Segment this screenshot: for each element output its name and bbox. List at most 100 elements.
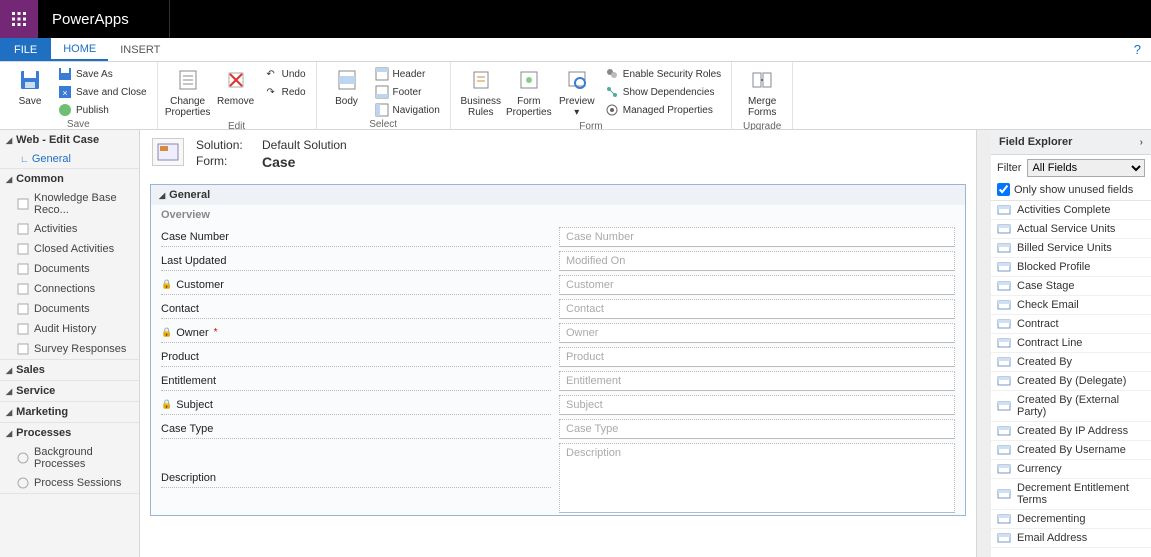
field-input[interactable]: Subject [559, 395, 955, 415]
merge-icon [748, 66, 776, 94]
field-input[interactable]: Contact [559, 299, 955, 319]
field-explorer-item[interactable]: Created By [991, 353, 1151, 372]
app-launcher[interactable] [0, 0, 38, 38]
nav-item-general[interactable]: ∟General [0, 150, 139, 168]
form-field-row[interactable]: ProductProduct [151, 345, 965, 369]
form-field-row[interactable]: 🔒SubjectSubject [151, 393, 965, 417]
footer-icon [375, 85, 389, 99]
form-properties-button[interactable]: Form Properties [505, 64, 553, 120]
tab-home[interactable]: HOME [51, 38, 108, 61]
field-explorer-item[interactable]: Currency [991, 460, 1151, 479]
field-input[interactable]: Case Type [559, 419, 955, 439]
nav-item[interactable]: Knowledge Base Reco... [0, 189, 139, 219]
caret-down-icon: ◢ [159, 191, 165, 200]
merge-forms-button[interactable]: Merge Forms [738, 64, 786, 120]
field-explorer-item[interactable]: Contract [991, 315, 1151, 334]
nav-item[interactable]: Survey Responses [0, 339, 139, 359]
save-as-button[interactable]: Save As [54, 66, 151, 82]
nav-item[interactable]: Audit History [0, 319, 139, 339]
field-explorer-item[interactable]: Decrementing [991, 510, 1151, 529]
nav-item[interactable]: Documents [0, 259, 139, 279]
properties-icon [174, 66, 202, 94]
redo-button[interactable]: ↷Redo [260, 84, 310, 100]
business-rules-button[interactable]: Business Rules [457, 64, 505, 120]
field-input[interactable]: Owner [559, 323, 955, 343]
unused-fields-checkbox[interactable] [997, 183, 1010, 196]
nav-item[interactable]: Closed Activities [0, 239, 139, 259]
save-and-close-button[interactable]: ×Save and Close [54, 84, 151, 100]
nav-section-web[interactable]: ◢Web - Edit Case [0, 130, 139, 150]
field-input[interactable]: Customer [559, 275, 955, 295]
form-canvas[interactable]: ◢General Overview Case NumberCase Number… [150, 184, 966, 516]
form-field-row[interactable]: ContactContact [151, 297, 965, 321]
overview-label: Overview [151, 205, 965, 225]
tab-file[interactable]: FILE [0, 38, 51, 61]
form-field-row[interactable]: Case TypeCase Type [151, 417, 965, 441]
preview-button[interactable]: Preview▾ [553, 64, 601, 120]
save-as-icon [58, 67, 72, 81]
nav-item[interactable]: Documents [0, 299, 139, 319]
tab-insert[interactable]: INSERT [108, 38, 172, 61]
field-explorer-item[interactable]: Check Email [991, 296, 1151, 315]
undo-button[interactable]: ↶Undo [260, 66, 310, 82]
nav-section-common[interactable]: ◢Common [0, 169, 139, 189]
field-explorer-item[interactable]: Case Stage [991, 277, 1151, 296]
help-icon[interactable]: ? [1134, 42, 1141, 57]
enable-security-roles-button[interactable]: Enable Security Roles [601, 66, 725, 82]
field-input[interactable]: Case Number [559, 227, 955, 247]
navigation-button[interactable]: Navigation [371, 102, 444, 118]
nav-item[interactable]: Process Sessions [0, 473, 139, 493]
field-explorer-item[interactable]: Email Address [991, 529, 1151, 548]
managed-properties-button[interactable]: Managed Properties [601, 102, 725, 118]
form-field-row[interactable]: 🔒Owner*Owner [151, 321, 965, 345]
publish-button[interactable]: Publish [54, 102, 151, 118]
field-input[interactable]: Description [559, 443, 955, 513]
nav-item[interactable]: Activities [0, 219, 139, 239]
footer-button[interactable]: Footer [371, 84, 444, 100]
body-button[interactable]: Body [323, 64, 371, 109]
nav-section-sales[interactable]: ◢Sales [0, 360, 139, 380]
field-explorer-item[interactable]: Created By Username [991, 441, 1151, 460]
field-input[interactable]: Modified On [559, 251, 955, 271]
nav-item[interactable]: Background Processes [0, 443, 139, 473]
field-explorer-item[interactable]: Blocked Profile [991, 258, 1151, 277]
field-explorer-item[interactable]: Decrement Entitlement Terms [991, 479, 1151, 510]
scrollbar[interactable] [977, 130, 991, 557]
form-field-row[interactable]: DescriptionDescription [151, 441, 965, 515]
field-explorer-item[interactable]: Created By (External Party) [991, 391, 1151, 422]
filter-select[interactable]: All Fields [1027, 159, 1145, 177]
nav-section-processes[interactable]: ◢Processes [0, 423, 139, 443]
chevron-right-icon[interactable]: › [1140, 137, 1143, 148]
field-explorer-item[interactable]: Contract Line [991, 334, 1151, 353]
field-explorer-item[interactable]: Actual Service Units [991, 220, 1151, 239]
field-icon [997, 299, 1011, 311]
field-label: Last Updated [161, 252, 551, 271]
field-explorer-item[interactable]: Created By IP Address [991, 422, 1151, 441]
field-explorer-item[interactable]: Activities Complete [991, 201, 1151, 220]
save-button[interactable]: Save [6, 64, 54, 109]
section-header-general[interactable]: ◢General [151, 185, 965, 205]
entity-icon [16, 322, 30, 336]
waffle-icon [11, 11, 27, 27]
process-icon [16, 476, 30, 490]
change-properties-button[interactable]: Change Properties [164, 64, 212, 120]
remove-button[interactable]: Remove [212, 64, 260, 109]
field-icon [997, 444, 1011, 456]
show-dependencies-button[interactable]: Show Dependencies [601, 84, 725, 100]
body-icon [333, 66, 361, 94]
entity-icon [16, 197, 30, 211]
field-input[interactable]: Entitlement [559, 371, 955, 391]
nav-item[interactable]: Connections [0, 279, 139, 299]
form-field-row[interactable]: EntitlementEntitlement [151, 369, 965, 393]
form-field-row[interactable]: Last Updated Modified On [151, 249, 965, 273]
nav-section-service[interactable]: ◢Service [0, 381, 139, 401]
form-field-row[interactable]: Case NumberCase Number [151, 225, 965, 249]
field-icon [997, 513, 1011, 525]
field-explorer-item[interactable]: Created By (Delegate) [991, 372, 1151, 391]
field-input[interactable]: Product [559, 347, 955, 367]
nav-section-marketing[interactable]: ◢Marketing [0, 402, 139, 422]
header-button[interactable]: Header [371, 66, 444, 82]
unused-fields-label: Only show unused fields [1014, 184, 1133, 196]
form-field-row[interactable]: 🔒CustomerCustomer [151, 273, 965, 297]
field-explorer-item[interactable]: Billed Service Units [991, 239, 1151, 258]
